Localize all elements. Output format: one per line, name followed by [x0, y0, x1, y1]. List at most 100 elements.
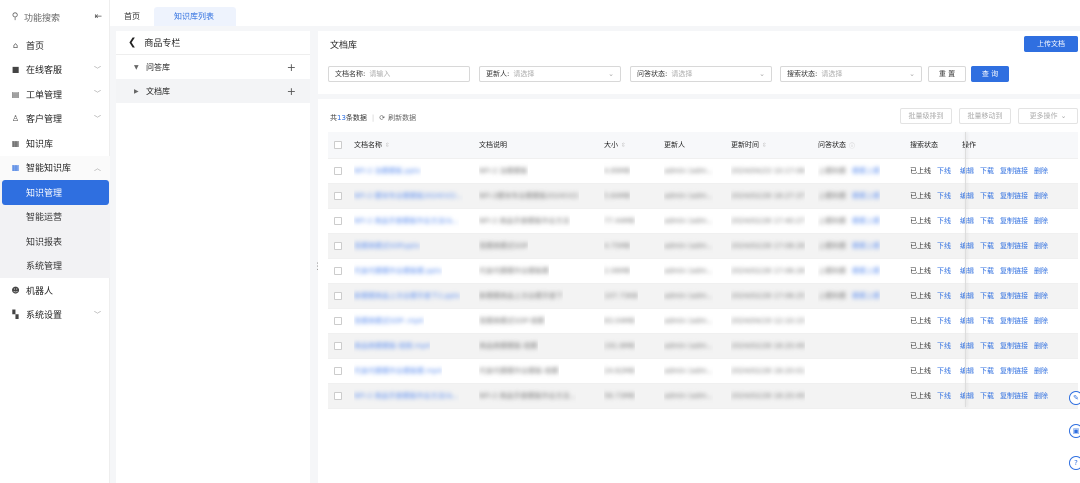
action-delete-link[interactable]: 删除 — [1034, 191, 1048, 201]
sidebar-subitem[interactable]: 知识管理 — [2, 180, 109, 205]
row-checkbox[interactable] — [334, 284, 342, 308]
qa-status-link[interactable]: 模模上模 — [852, 191, 880, 201]
action-download-link[interactable]: 下载 — [980, 216, 994, 226]
document-name-link[interactable]: NFI-2 商品手册模板作业方法(&... — [354, 391, 459, 401]
col-name[interactable]: 文档名称 ⇳ — [354, 132, 390, 158]
sidebar-item[interactable]: ▚ 系统设置 ﹀ — [0, 303, 110, 328]
document-name-cell[interactable]: 竞模商模式SOP-.mp4 — [354, 309, 424, 333]
sidebar-subitem[interactable]: 智能运营 — [0, 205, 110, 230]
sort-icon[interactable]: ⇳ — [385, 142, 390, 149]
row-checkbox[interactable] — [334, 359, 342, 383]
action-delete-link[interactable]: 删除 — [1034, 291, 1048, 301]
action-offline-link[interactable]: 下线 — [937, 316, 951, 326]
action-copy-link-link[interactable]: 复制链接 — [1000, 341, 1028, 351]
checkbox-box[interactable] — [334, 267, 342, 275]
refresh-data-link[interactable]: 刷新数据 — [388, 113, 416, 123]
caret-right-icon[interactable]: ▶ — [134, 88, 146, 95]
qa-status-link[interactable]: 模模上模 — [852, 216, 880, 226]
checkbox-box[interactable] — [334, 242, 342, 250]
document-name-link[interactable]: 竞模商模式SOP-.mp4 — [354, 316, 424, 326]
help-float-icon[interactable]: ? — [1069, 456, 1080, 470]
col-size[interactable]: 大小 ⇳ — [604, 132, 626, 158]
action-edit-link[interactable]: 编辑 — [960, 391, 974, 401]
batch-offline-button[interactable]: 批量级排到 — [900, 108, 952, 124]
action-download-link[interactable]: 下载 — [980, 391, 994, 401]
batch-move-button[interactable]: 批量移动到 — [959, 108, 1011, 124]
row-checkbox[interactable] — [334, 209, 342, 233]
qa-status-link[interactable]: 模模上模 — [852, 266, 880, 276]
search-status-select[interactable]: 搜索状态: 请选择 ⌄ — [780, 66, 922, 82]
qa-status-select[interactable]: 问答状态: 请选择 ⌄ — [630, 66, 772, 82]
row-checkbox[interactable] — [334, 334, 342, 358]
feature-search[interactable]: ⚲ 功能搜索 ⇤ — [10, 8, 102, 26]
document-name-link[interactable]: 新模模商品上次业模手册下2.pptx — [354, 291, 460, 301]
action-copy-link-link[interactable]: 复制链接 — [1000, 166, 1028, 176]
sort-icon[interactable]: ⇳ — [762, 142, 767, 149]
qa-status-link[interactable]: 模模上模 — [852, 291, 880, 301]
row-checkbox[interactable] — [334, 184, 342, 208]
checkbox-box[interactable] — [334, 167, 342, 175]
action-copy-link-link[interactable]: 复制链接 — [1000, 316, 1028, 326]
action-copy-link-link[interactable]: 复制链接 — [1000, 366, 1028, 376]
row-checkbox[interactable] — [334, 259, 342, 283]
action-edit-link[interactable]: 编辑 — [960, 216, 974, 226]
row-checkbox[interactable] — [334, 234, 342, 258]
action-delete-link[interactable]: 删除 — [1034, 391, 1048, 401]
upload-document-button[interactable]: 上传文档 — [1024, 36, 1078, 52]
sidebar-item[interactable]: ⌂ 首页 — [0, 33, 110, 58]
col-time[interactable]: 更新时间 ⇳ — [731, 132, 767, 158]
action-download-link[interactable]: 下载 — [980, 241, 994, 251]
tree-node[interactable]: ▼ 问答库 + — [116, 55, 310, 79]
action-download-link[interactable]: 下载 — [980, 166, 994, 176]
document-name-cell[interactable]: NFI-2 商品手册模板作业方法(&... — [354, 209, 459, 233]
sidebar-subitem[interactable]: 知识报表 — [0, 229, 110, 254]
checkbox-box[interactable] — [334, 217, 342, 225]
action-offline-link[interactable]: 下线 — [937, 241, 951, 251]
action-offline-link[interactable]: 下线 — [937, 191, 951, 201]
document-name-link[interactable]: 代金代模模作业模板模.pptx — [354, 266, 442, 276]
query-button[interactable]: 查 询 — [971, 66, 1009, 82]
info-icon[interactable]: ⓘ — [849, 141, 855, 150]
sidebar-item[interactable]: ☻ 机器人 — [0, 278, 110, 303]
sidebar-subitem[interactable]: 系统管理 — [0, 254, 110, 279]
action-edit-link[interactable]: 编辑 — [960, 366, 974, 376]
tab-item[interactable]: 知识库列表 — [154, 7, 236, 26]
action-delete-link[interactable]: 删除 — [1034, 366, 1048, 376]
feedback-float-icon[interactable]: ✎ — [1069, 391, 1080, 405]
action-delete-link[interactable]: 删除 — [1034, 266, 1048, 276]
document-name-cell[interactable]: 代金代模模作业模板模.mp4 — [354, 359, 442, 383]
action-copy-link-link[interactable]: 复制链接 — [1000, 391, 1028, 401]
action-edit-link[interactable]: 编辑 — [960, 266, 974, 276]
action-download-link[interactable]: 下载 — [980, 291, 994, 301]
action-edit-link[interactable]: 编辑 — [960, 241, 974, 251]
select-all-checkbox[interactable] — [334, 132, 342, 158]
row-checkbox[interactable] — [334, 159, 342, 183]
action-download-link[interactable]: 下载 — [980, 341, 994, 351]
sidebar-item[interactable]: ▦ 智能知识库 ︿ — [0, 155, 110, 180]
document-name-cell[interactable]: 商品商模模板-视频.mp4 — [354, 334, 430, 358]
action-download-link[interactable]: 下载 — [980, 266, 994, 276]
action-copy-link-link[interactable]: 复制链接 — [1000, 216, 1028, 226]
sidebar-item[interactable]: ▤ 工单管理 ﹀ — [0, 82, 110, 107]
action-offline-link[interactable]: 下线 — [937, 166, 951, 176]
document-name-link[interactable]: NFI-2 商品手册模板作业方法(&... — [354, 216, 459, 226]
action-download-link[interactable]: 下载 — [980, 316, 994, 326]
action-delete-link[interactable]: 删除 — [1034, 166, 1048, 176]
document-name-cell[interactable]: 代金代模模作业模板模.pptx — [354, 259, 442, 283]
action-edit-link[interactable]: 编辑 — [960, 341, 974, 351]
action-edit-link[interactable]: 编辑 — [960, 291, 974, 301]
action-offline-link[interactable]: 下线 — [937, 216, 951, 226]
qa-status-link[interactable]: 模模上模 — [852, 241, 880, 251]
action-offline-link[interactable]: 下线 — [937, 266, 951, 276]
document-name-cell[interactable]: NFI-2 商品手册模板作业方法(&... — [354, 384, 459, 408]
tab-item[interactable]: 首页 — [110, 7, 154, 26]
sidebar-item[interactable]: ■ 在线客服 ﹀ — [0, 58, 110, 83]
action-delete-link[interactable]: 删除 — [1034, 216, 1048, 226]
back-icon[interactable]: ❮ — [128, 37, 136, 48]
action-download-link[interactable]: 下载 — [980, 366, 994, 376]
action-offline-link[interactable]: 下线 — [937, 291, 951, 301]
action-edit-link[interactable]: 编辑 — [960, 166, 974, 176]
action-offline-link[interactable]: 下线 — [937, 341, 951, 351]
document-name-cell[interactable]: NFI-2 模块专业模模板2024(V2)... — [354, 184, 463, 208]
action-copy-link-link[interactable]: 复制链接 — [1000, 191, 1028, 201]
